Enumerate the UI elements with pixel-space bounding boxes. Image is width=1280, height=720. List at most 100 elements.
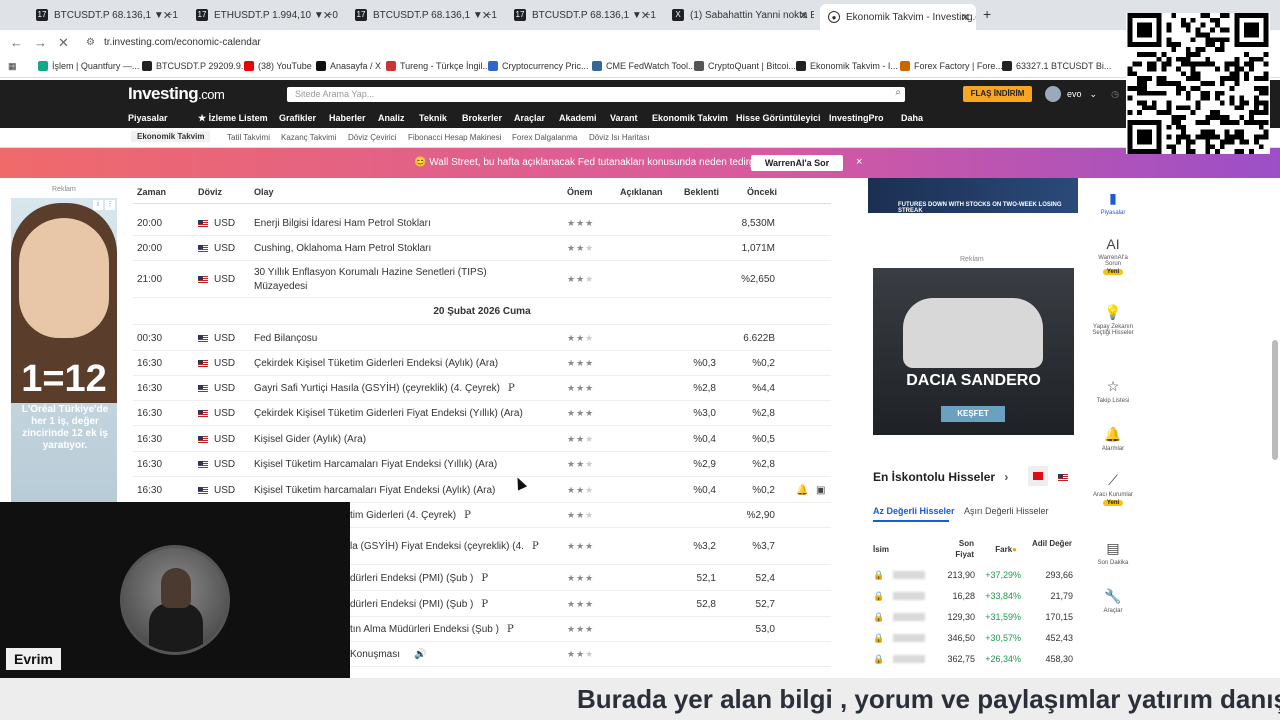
- nav-piyasalar[interactable]: Piyasalar: [128, 113, 168, 123]
- browser-tab[interactable]: 17ETHUSDT.P 1.994,10 ▼ −0,16%✕: [188, 4, 338, 26]
- news-banner[interactable]: FUTURES DOWN WITH STOCKS ON TWO-WEEK LOS…: [868, 178, 1078, 214]
- bookmark[interactable]: CME FedWatch Tool...: [592, 61, 696, 71]
- event-name[interactable]: 30 Yıllık Enflasyon Korumalı Hazine Sene…: [254, 266, 514, 294]
- ad-info-icon[interactable]: i: [93, 200, 103, 210]
- bookmark[interactable]: Cryptocurrency Pric...: [488, 61, 589, 71]
- bookmark[interactable]: Tureng - Türkçe İngil...: [386, 61, 490, 71]
- nav-watchlist[interactable]: ★ İzleme Listem: [198, 113, 268, 124]
- bookmark[interactable]: BTCUSDT.P 29209.9...: [142, 61, 248, 71]
- close-icon[interactable]: ✕: [641, 9, 650, 22]
- flash-sale-button[interactable]: FLAŞ İNDİRİM: [963, 86, 1032, 102]
- event-name[interactable]: Çekirdek Kişisel Tüketim Giderleri Endek…: [254, 358, 498, 369]
- sidebar-item[interactable]: ☆ Takip Listesi: [1090, 378, 1136, 404]
- tab-currency-converter[interactable]: Döviz Çevirici: [348, 133, 396, 142]
- browser-tab[interactable]: 17BTCUSDT.P 68.136,1 ▼ −1,05%✕: [28, 4, 178, 26]
- sidebar-item[interactable]: 🔧 Araçlar: [1090, 588, 1136, 614]
- event-name[interactable]: Konuşması 🔊: [350, 649, 426, 660]
- apps-icon[interactable]: ▦: [8, 61, 17, 72]
- search-icon[interactable]: ⌕: [895, 87, 901, 98]
- us-flag-icon[interactable]: [1058, 474, 1068, 481]
- sidebar-item[interactable]: ▤ Son Dakika: [1090, 540, 1136, 566]
- nav-more[interactable]: Daha: [901, 113, 923, 123]
- add-alert-icon[interactable]: 🔔: [796, 485, 808, 496]
- event-name[interactable]: dürleri Endeksi (PMI) (Şub ) P: [350, 599, 488, 610]
- calendar-row[interactable]: 21:00 USD 30 Yıllık Enflasyon Korumalı Haz…: [133, 262, 831, 298]
- event-name[interactable]: tın Alma Müdürleri Endeksi (Şub ) P: [350, 624, 514, 635]
- calendar-row[interactable]: 16:30 USD Kişisel Tüketim harcamaları Fiya…: [133, 478, 831, 503]
- event-name[interactable]: Cushing, Oklahoma Ham Petrol Stokları: [254, 243, 431, 254]
- discount-stocks-title[interactable]: En İskontolu Hisseler ›: [873, 470, 1008, 484]
- sidebar-item[interactable]: AI WarrenAI'a Sorun Yeni: [1090, 236, 1136, 275]
- calendar-row[interactable]: 16:30 USD Çekirdek Kişisel Tüketim Giderle…: [133, 351, 831, 376]
- calendar-row[interactable]: 20:00 USD Cushing, Oklahoma Ham Petrol Sto…: [133, 236, 831, 261]
- url-field[interactable]: tr.investing.com/economic-calendar: [104, 37, 261, 48]
- calendar-row[interactable]: 00:30 USD Fed Bilançosu ★★★ 6.622B: [133, 326, 831, 351]
- bookmark[interactable]: Forex Factory | Fore...: [900, 61, 1003, 71]
- event-name[interactable]: Enerji Bilgisi İdaresi Ham Petrol Stokla…: [254, 218, 431, 229]
- close-icon[interactable]: ✕: [323, 9, 332, 22]
- event-name[interactable]: la (GSYİH) Fiyat Endeksi (çeyreklik) (4.…: [350, 541, 539, 552]
- site-info-icon[interactable]: ⚙: [86, 37, 95, 48]
- right-advertisement[interactable]: DACIA SANDERO KEŞFET: [873, 268, 1074, 435]
- sidebar-item[interactable]: ⟋ Aracı Kurumlar Yeni: [1090, 472, 1136, 506]
- nav-tools[interactable]: Araçlar: [514, 113, 545, 123]
- event-name[interactable]: Kişisel Tüketim Harcamaları Fiyat Endeks…: [254, 459, 497, 470]
- browser-tab-active[interactable]: ●Ekonomik Takvim - Investing.com✕: [820, 4, 976, 30]
- tab-forex-volatility[interactable]: Forex Dalgalanma: [512, 133, 577, 142]
- tab-holiday-calendar[interactable]: Tatil Takvimi: [227, 133, 270, 142]
- calendar-row[interactable]: 16:30 USD Gayri Safi Yurtiçi Hasıla (GSYİH…: [133, 376, 831, 401]
- tab-economic-calendar[interactable]: Ekonomik Takvim: [131, 131, 211, 142]
- bookmark[interactable]: Ekonomik Takvim - I...: [796, 61, 898, 71]
- browser-tab[interactable]: 17BTCUSDT.P 68.136,1 ▼ −1,05%✕: [347, 4, 497, 26]
- new-tab-button[interactable]: +: [983, 6, 991, 22]
- bookmark[interactable]: (38) YouTube: [244, 61, 312, 71]
- close-icon[interactable]: ×: [856, 156, 862, 168]
- bookmark[interactable]: Anasayfa / X: [316, 61, 381, 71]
- event-name[interactable]: Çekirdek Kişisel Tüketim Giderleri Fiyat…: [254, 408, 523, 419]
- stock-row[interactable]: 🔒 346,50 +30,57% 452,43: [873, 633, 1075, 647]
- bookmark[interactable]: CryptoQuant | Bitcoi...: [694, 61, 796, 71]
- browser-tab[interactable]: 17BTCUSDT.P 68.136,1 ▼ −1,05%✕: [506, 4, 656, 26]
- ad-cta-button[interactable]: KEŞFET: [941, 406, 1005, 422]
- browser-tab[interactable]: X(1) Sabahattin Yanni nokta Eteki✕: [664, 4, 814, 26]
- sidebar-item[interactable]: 💡 Yapay Zekanın Seçtiği Hisseler: [1090, 304, 1136, 336]
- nav-brokers[interactable]: Brokerler: [462, 113, 502, 123]
- nav-technical[interactable]: Teknik: [419, 113, 447, 123]
- tab-overvalued[interactable]: Aşırı Değerli Hisseler: [964, 506, 1049, 516]
- close-icon[interactable]: ✕: [163, 9, 172, 22]
- nav-warrant[interactable]: Varant: [610, 113, 638, 123]
- back-icon[interactable]: ←: [10, 35, 23, 50]
- nav-analysis[interactable]: Analiz: [378, 113, 405, 123]
- tab-undervalued[interactable]: Az Değerli Hisseler: [873, 506, 955, 516]
- nav-investingpro[interactable]: InvestingPro: [829, 113, 884, 123]
- turkey-flag-icon[interactable]: [1033, 472, 1043, 480]
- stock-row[interactable]: 🔒 213,90 +37,29% 293,66: [873, 570, 1075, 584]
- event-name[interactable]: tim Giderleri (4. Çeyrek) P: [350, 510, 471, 521]
- left-advertisement[interactable]: 1=12 L'Oréal Türkiye'de her 1 iş, değer …: [11, 198, 117, 508]
- stop-icon[interactable]: ✕: [58, 35, 69, 51]
- nav-economic-calendar[interactable]: Ekonomik Takvim: [652, 113, 728, 123]
- tab-currency-heatmap[interactable]: Döviz Isı Haritası: [589, 133, 649, 142]
- stock-row[interactable]: 🔒 129,30 +31,59% 170,15: [873, 612, 1075, 626]
- sidebar-item[interactable]: ▮ Piyasalar: [1090, 190, 1136, 216]
- page-scrollbar[interactable]: [1272, 340, 1278, 460]
- investing-logo[interactable]: Investing.com: [128, 84, 225, 104]
- event-name[interactable]: Fed Bilançosu: [254, 333, 317, 344]
- nav-charts[interactable]: Grafikler: [279, 113, 316, 123]
- search-input[interactable]: Sitede Arama Yap... ⌕: [287, 87, 905, 102]
- clock-icon[interactable]: ◷: [1111, 89, 1119, 100]
- forward-icon[interactable]: →: [34, 35, 47, 50]
- nav-news[interactable]: Haberler: [329, 113, 366, 123]
- user-menu[interactable]: evo ⌄ ◷: [1045, 86, 1119, 102]
- ad-menu-icon[interactable]: ⋮: [105, 200, 115, 210]
- nav-academy[interactable]: Akademi: [559, 113, 597, 123]
- sidebar-item[interactable]: 🔔 Alarmlar: [1090, 426, 1136, 452]
- bookmark[interactable]: İşlem | Quantfury —...: [38, 61, 139, 71]
- event-name[interactable]: dürleri Endeksi (PMI) (Şub ) P: [350, 573, 488, 584]
- tab-earnings-calendar[interactable]: Kazanç Takvimi: [281, 133, 336, 142]
- tab-fibonacci[interactable]: Fibonacci Hesap Makinesi: [408, 133, 501, 142]
- comment-icon[interactable]: ▣: [816, 485, 825, 496]
- calendar-row[interactable]: 20:00 USD Enerji Bilgisi İdaresi Ham Petro…: [133, 211, 831, 236]
- close-icon[interactable]: ✕: [799, 9, 808, 22]
- calendar-row[interactable]: 16:30 USD Çekirdek Kişisel Tüketim Giderle…: [133, 401, 831, 426]
